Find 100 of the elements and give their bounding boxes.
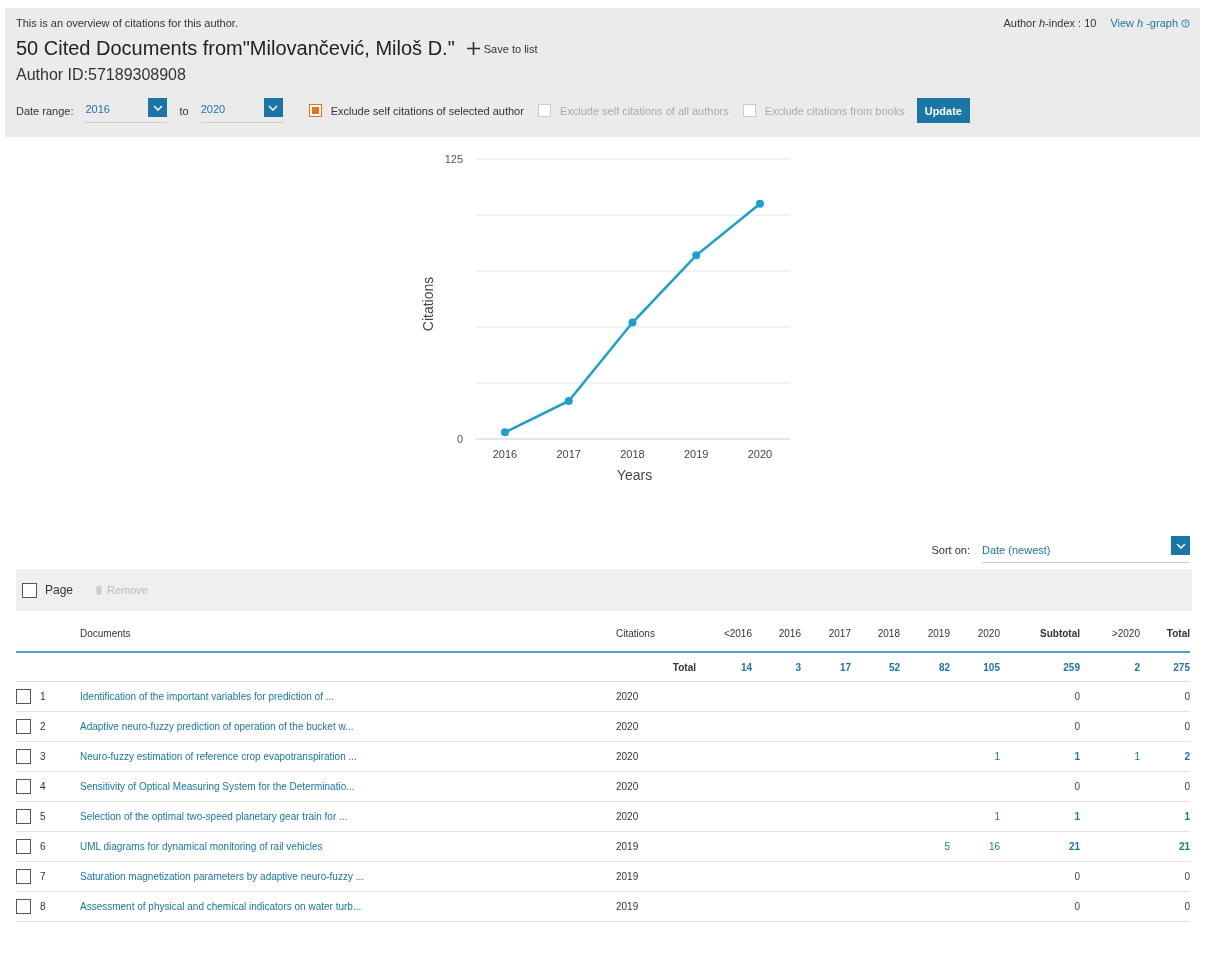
row-checkbox[interactable]: [16, 779, 31, 794]
checkbox-label: Exclude self citations of all authors: [559, 104, 729, 117]
row-checkbox[interactable]: [16, 719, 31, 734]
total-cell-text: 259: [1062, 661, 1080, 673]
data-point: [564, 396, 573, 405]
y-axis-title: Citations: [420, 276, 436, 332]
citation-count: 0: [1183, 691, 1190, 702]
row-number: 7: [40, 871, 46, 882]
x-tick-label: 2020: [747, 448, 773, 460]
total-cell-text: 275: [1172, 661, 1190, 673]
page-title: 50 Cited Documents from"Milovančević, Miloš D.": [16, 37, 455, 60]
x-tick-label: 2018: [620, 448, 645, 460]
column-header: 2020: [976, 627, 1000, 639]
row-checkbox[interactable]: [16, 749, 31, 764]
document-link[interactable]: Identification of the important variables for prediction of ...: [80, 691, 616, 702]
year-cell-text: 2020: [616, 781, 640, 792]
citation-count: 0: [1073, 871, 1080, 882]
year-cell-text: 2020: [616, 751, 640, 762]
total-cell-text: 14: [739, 661, 752, 673]
sort-label: Sort on:: [931, 543, 970, 556]
citation-count: 1: [1183, 811, 1190, 822]
document-link[interactable]: Selection of the optimal two-speed planetary gear train for ...: [80, 811, 616, 822]
year-cell-text: 2019: [616, 841, 640, 852]
total-cell-text: 52: [887, 661, 900, 673]
to-year-dropdown[interactable]: 2020: [200, 98, 283, 123]
citation-count: 0: [1073, 901, 1080, 912]
citation-count: 0: [1073, 691, 1080, 702]
column-header: <2016: [722, 627, 752, 639]
column-header: Documents: [80, 627, 132, 639]
row-checkbox[interactable]: [16, 839, 31, 854]
h-index-text: Author h-index : 10: [1003, 17, 1097, 29]
column-header: 2018: [876, 627, 900, 639]
chevron-down-icon: [153, 104, 163, 111]
citation-count: 0: [1183, 871, 1190, 882]
row-number: 4: [40, 781, 46, 792]
x-tick-label: 2016: [492, 448, 518, 460]
to-label: to: [179, 104, 189, 117]
chevron-down-icon: [268, 104, 279, 111]
update-button[interactable]: Update: [916, 98, 970, 123]
document-link[interactable]: Adaptive neuro-fuzzy prediction of operation of the bucket w...: [80, 721, 616, 732]
document-link[interactable]: UML diagrams for dynamical monitoring of rail vehicles: [80, 841, 616, 852]
plus-icon: [466, 42, 480, 55]
citation-count: 16: [987, 841, 1000, 852]
column-header: Subtotal: [1039, 627, 1080, 639]
citation-count: 1: [1073, 811, 1080, 822]
sort-dropdown[interactable]: Date (newest): [982, 536, 1190, 563]
from-year-dropdown[interactable]: 2016: [85, 98, 168, 123]
year-cell-text: 2020: [616, 691, 640, 702]
author-id: Author ID:57189308908: [16, 66, 187, 84]
year-cell-text: 2020: [616, 721, 640, 732]
citation-count: 1: [993, 811, 1000, 822]
row-checkbox[interactable]: [16, 689, 31, 704]
citation-count: 1: [1133, 751, 1140, 762]
column-header: Total: [1165, 627, 1190, 639]
total-cell-text: 82: [937, 661, 950, 673]
citation-count: 5: [943, 841, 950, 852]
total-label: Total: [671, 661, 696, 673]
row-checkbox[interactable]: [16, 869, 31, 884]
citation-count: 1: [993, 751, 1000, 762]
document-link[interactable]: Neuro-fuzzy estimation of reference crop evapotranspiration ...: [80, 751, 616, 762]
row-number: 2: [40, 721, 46, 732]
row-number: 8: [40, 901, 46, 912]
citation-count: 0: [1183, 901, 1190, 912]
checkbox[interactable]: [308, 104, 322, 117]
row-checkbox[interactable]: [16, 809, 31, 824]
intro-text: This is an overview of citations for this author.: [16, 17, 238, 29]
citation-count: 0: [1183, 781, 1190, 792]
total-cell-text: 17: [838, 661, 851, 673]
row-number: 6: [40, 841, 46, 852]
year-cell-text: 2019: [616, 871, 640, 882]
save-to-list-button[interactable]: Save to list: [466, 42, 538, 55]
date-range-label: Date range:: [16, 104, 74, 117]
row-number: 5: [40, 811, 46, 822]
y-tick-label: 0: [456, 433, 463, 445]
column-header: Citations: [616, 627, 656, 639]
data-point: [756, 199, 764, 208]
column-header: 2017: [827, 627, 851, 639]
document-link[interactable]: Saturation magnetization parameters by adaptive neuro-fuzzy ...: [80, 871, 616, 882]
row-checkbox[interactable]: [16, 899, 31, 914]
total-cell-text: 105: [982, 661, 1000, 673]
total-cell-text: 3: [794, 661, 801, 673]
page-checkbox[interactable]: [22, 582, 37, 598]
column-header: >2020: [1110, 627, 1140, 639]
x-tick-label: 2019: [684, 448, 709, 460]
page-label: Page: [45, 583, 74, 597]
x-axis-title: Years: [616, 467, 653, 483]
row-number: 1: [40, 691, 46, 702]
y-tick-label: 125: [444, 153, 463, 165]
document-link[interactable]: Sensitivity of Optical Measuring System for the Determinatio...: [80, 781, 616, 792]
checkbox-label: Exclude citations from books: [764, 104, 905, 117]
column-header: 2019: [926, 627, 950, 639]
document-link[interactable]: Assessment of physical and chemical indicators on water turb...: [80, 901, 616, 912]
data-point: [628, 318, 637, 327]
checkbox-label: Exclude self citations of selected author: [330, 104, 524, 117]
x-tick-label: 2017: [556, 448, 581, 460]
h-graph-link[interactable]: View h-graph: [1110, 17, 1190, 29]
citation-count: 1: [1073, 751, 1080, 762]
citation-count: 2: [1183, 751, 1190, 762]
citation-count: 0: [1183, 721, 1190, 732]
citation-count: 0: [1073, 721, 1080, 732]
